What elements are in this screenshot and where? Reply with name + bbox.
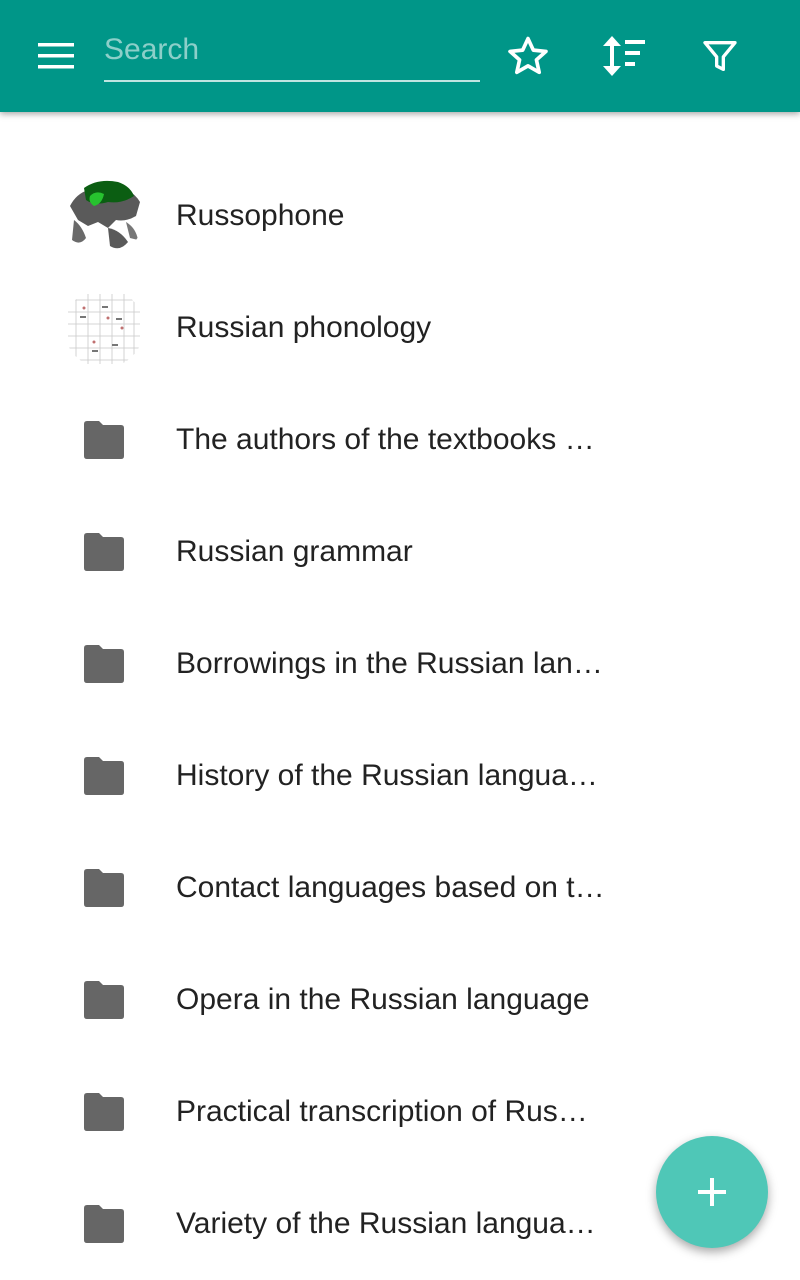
- folder-icon: [84, 1093, 124, 1131]
- vowel-chart-thumbnail: [64, 288, 144, 368]
- list-item-label: Practical transcription of Rus…: [176, 1095, 588, 1128]
- list-item-label: The authors of the textbooks …: [176, 423, 595, 456]
- filter-icon[interactable]: [692, 28, 748, 84]
- plus-icon: [698, 1178, 726, 1206]
- list-item[interactable]: Russian phonology: [0, 272, 800, 384]
- list-item[interactable]: History of the Russian langua…: [0, 720, 800, 832]
- list-item[interactable]: Russophone: [0, 160, 800, 272]
- list-item[interactable]: Contact languages based on t…: [0, 832, 800, 944]
- world-map-thumbnail: [64, 176, 144, 256]
- folder-icon: [84, 645, 124, 683]
- folder-icon: [84, 421, 124, 459]
- hamburger-menu-icon[interactable]: [24, 32, 88, 80]
- folder-icon: [84, 869, 124, 907]
- search-field: [104, 22, 480, 82]
- list-item[interactable]: The authors of the textbooks …: [0, 384, 800, 496]
- search-input[interactable]: [104, 28, 480, 72]
- list-item-label: Borrowings in the Russian lan…: [176, 647, 603, 680]
- folder-icon: [84, 1205, 124, 1243]
- list-item-label: Opera in the Russian language: [176, 983, 590, 1016]
- list-item-label: Contact languages based on t…: [176, 871, 605, 904]
- star-icon[interactable]: [500, 28, 556, 84]
- folder-icon: [84, 757, 124, 795]
- list-item-label: Russian grammar: [176, 535, 413, 568]
- app-screen: Russophone: [0, 0, 800, 1280]
- list-item-label: Russian phonology: [176, 311, 432, 344]
- folder-icon: [84, 533, 124, 571]
- list-item-label: History of the Russian langua…: [176, 759, 598, 792]
- toolbar: [0, 0, 800, 112]
- folder-icon: [84, 981, 124, 1019]
- list-item[interactable]: Borrowings in the Russian lan…: [0, 608, 800, 720]
- add-button[interactable]: [656, 1136, 768, 1248]
- list-item-label: Variety of the Russian langua…: [176, 1207, 596, 1240]
- sort-icon[interactable]: [596, 28, 652, 84]
- list-item[interactable]: Opera in the Russian language: [0, 944, 800, 1056]
- list-item-label: Russophone: [176, 199, 345, 232]
- list-item[interactable]: Russian grammar: [0, 496, 800, 608]
- article-list: Russophone Russian phonology The authors…: [0, 160, 800, 1280]
